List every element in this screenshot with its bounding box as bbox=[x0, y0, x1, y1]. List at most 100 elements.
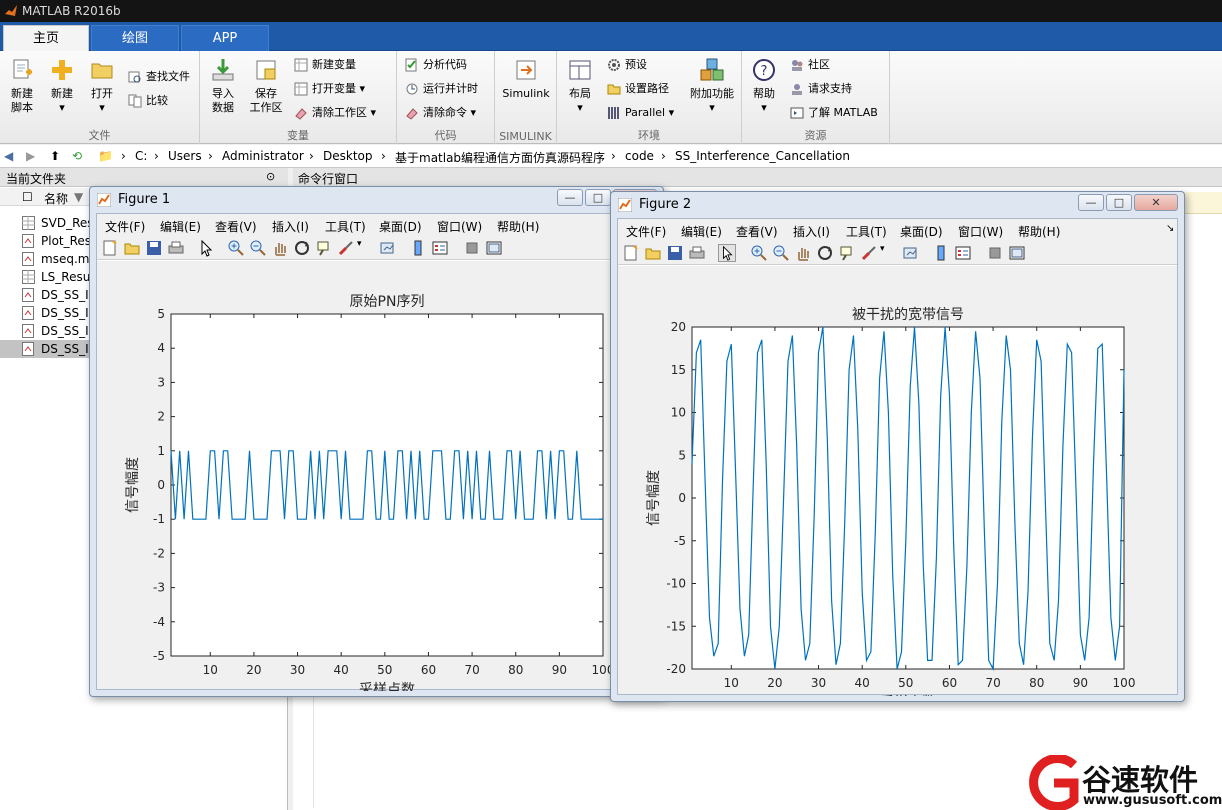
hide-plot-tools-icon[interactable] bbox=[986, 244, 1004, 262]
compare-button[interactable]: 比较 bbox=[128, 91, 168, 111]
menu-help[interactable]: 帮助(H) bbox=[1018, 223, 1060, 240]
figure-2-titlebar[interactable]: Figure 2 — □ ✕ bbox=[611, 192, 1184, 218]
breadcrumb-part[interactable]: SS_Interference_Cancellation bbox=[675, 149, 850, 163]
clear-workspace-button[interactable]: 清除工作区 ▾ bbox=[294, 103, 376, 123]
print-icon[interactable] bbox=[167, 239, 185, 257]
open-variable-button[interactable]: 打开变量 ▾ bbox=[294, 79, 365, 99]
brush-icon[interactable] bbox=[860, 244, 878, 262]
figure-1-titlebar[interactable]: Figure 1 — □ ✕ bbox=[90, 187, 663, 213]
breadcrumb-part[interactable]: 基于matlab编程通信方面仿真源码程序 bbox=[395, 149, 605, 166]
zoom-in-icon[interactable] bbox=[750, 244, 768, 262]
menu-file[interactable]: 文件(F) bbox=[105, 218, 145, 235]
dropdown-arrow-icon[interactable]: ▾ bbox=[880, 244, 898, 262]
open-file-icon[interactable] bbox=[644, 244, 662, 262]
save-icon[interactable] bbox=[666, 244, 684, 262]
new-button[interactable]: 新建 ▾ bbox=[44, 57, 80, 115]
menu-file[interactable]: 文件(F) bbox=[626, 223, 666, 240]
menu-edit[interactable]: 编辑(E) bbox=[160, 218, 201, 235]
clear-commands-button[interactable]: 清除命令 ▾ bbox=[405, 103, 476, 123]
figure-1-chart[interactable]: -5-4-3-2-101234510 20 30 40 50 60 70 80 90 100原始P… bbox=[97, 261, 658, 698]
menu-help[interactable]: 帮助(H) bbox=[497, 218, 539, 235]
forward-arrow-icon[interactable]: ▶ bbox=[26, 149, 35, 163]
breadcrumb-part[interactable]: code bbox=[625, 149, 654, 163]
menu-view[interactable]: 查看(V) bbox=[736, 223, 778, 240]
panel-menu-icon[interactable]: ⊙ bbox=[266, 170, 275, 183]
save-workspace-button[interactable]: 保存 工作区 bbox=[246, 57, 286, 115]
browse-icon[interactable]: ⟲ bbox=[72, 149, 82, 163]
pointer-icon[interactable] bbox=[197, 239, 215, 257]
address-bar[interactable]: ◀ ▶ ⬆ ⟲ 📁 › C: › Users › Administrator ›… bbox=[0, 145, 1222, 168]
maximize-button[interactable]: □ bbox=[585, 189, 611, 206]
rotate-3d-icon[interactable] bbox=[816, 244, 834, 262]
figure-2-plot-area[interactable]: -20 -15 -10 -5 0 5 10 15 20 10 20 30 40 50 60 70 80 90 100… bbox=[618, 266, 1179, 711]
zoom-in-icon[interactable] bbox=[227, 239, 245, 257]
zoom-out-icon[interactable] bbox=[772, 244, 790, 262]
figure-2-chart[interactable]: -20 -15 -10 -5 0 5 10 15 20 10 20 30 40 50 60 70 80 90 100… bbox=[618, 266, 1179, 711]
menu-window[interactable]: 窗口(W) bbox=[437, 218, 482, 235]
community-button[interactable]: 社区 bbox=[790, 55, 830, 75]
layout-button[interactable]: 布局 ▾ bbox=[563, 57, 597, 115]
pointer-icon[interactable] bbox=[718, 244, 736, 262]
preferences-button[interactable]: 预设 bbox=[607, 55, 647, 75]
legend-icon[interactable] bbox=[431, 239, 449, 257]
link-plot-icon[interactable] bbox=[379, 239, 397, 257]
breadcrumb-part[interactable]: Users bbox=[168, 149, 202, 163]
minimize-button[interactable]: — bbox=[557, 189, 583, 206]
new-figure-icon[interactable] bbox=[622, 244, 640, 262]
minimize-button[interactable]: — bbox=[1078, 194, 1104, 211]
hide-plot-tools-icon[interactable] bbox=[463, 239, 481, 257]
breadcrumb-part[interactable]: C: bbox=[135, 149, 147, 163]
show-plot-tools-icon[interactable] bbox=[485, 239, 503, 257]
menu-edit[interactable]: 编辑(E) bbox=[681, 223, 722, 240]
menu-window[interactable]: 窗口(W) bbox=[958, 223, 1003, 240]
menu-tools[interactable]: 工具(T) bbox=[325, 218, 366, 235]
show-plot-tools-icon[interactable] bbox=[1008, 244, 1026, 262]
menu-insert[interactable]: 插入(I) bbox=[272, 218, 309, 235]
run-and-time-button[interactable]: 运行并计时 bbox=[405, 79, 478, 99]
tab-apps[interactable]: APP bbox=[181, 25, 269, 51]
colorbar-icon[interactable] bbox=[932, 244, 950, 262]
tab-plots[interactable]: 绘图 bbox=[91, 25, 179, 51]
rotate-3d-icon[interactable] bbox=[293, 239, 311, 257]
addons-button[interactable]: 附加功能 ▾ bbox=[685, 57, 739, 115]
pan-hand-icon[interactable] bbox=[271, 239, 289, 257]
open-file-icon[interactable] bbox=[123, 239, 141, 257]
data-cursor-icon[interactable] bbox=[315, 239, 333, 257]
dropdown-arrow-icon[interactable]: ▾ bbox=[357, 239, 375, 257]
new-figure-icon[interactable] bbox=[101, 239, 119, 257]
request-support-button[interactable]: 请求支持 bbox=[790, 79, 852, 99]
new-script-button[interactable]: 新建 脚本 bbox=[4, 57, 40, 115]
back-arrow-icon[interactable]: ◀ bbox=[4, 149, 13, 163]
close-button[interactable]: ✕ bbox=[1134, 194, 1178, 211]
figure-1-window[interactable]: Figure 1 — □ ✕ 文件(F) 编辑(E) 查看(V) 插入(I) 工… bbox=[89, 186, 664, 698]
legend-icon[interactable] bbox=[954, 244, 972, 262]
find-files-button[interactable]: 查找文件 bbox=[128, 67, 190, 87]
figure-1-plot-area[interactable]: -5 -4 -3 -2 -1 0 1 2 3 4 5 10 20 30 40 50 60 70 80 90 100 原始P… bbox=[97, 261, 658, 698]
maximize-button[interactable]: □ bbox=[1106, 194, 1132, 211]
pan-hand-icon[interactable] bbox=[794, 244, 812, 262]
set-path-button[interactable]: 设置路径 bbox=[607, 79, 669, 99]
open-button[interactable]: 打开 ▾ bbox=[84, 57, 120, 115]
brush-icon[interactable] bbox=[337, 239, 355, 257]
data-cursor-icon[interactable] bbox=[838, 244, 856, 262]
import-data-button[interactable]: 导入 数据 bbox=[206, 57, 240, 115]
zoom-out-icon[interactable] bbox=[249, 239, 267, 257]
link-plot-icon[interactable] bbox=[902, 244, 920, 262]
colorbar-icon[interactable] bbox=[409, 239, 427, 257]
figure-2-window[interactable]: Figure 2 — □ ✕ 文件(F) 编辑(E) 查看(V) 插入(I) 工… bbox=[610, 191, 1185, 711]
tab-home[interactable]: 主页 bbox=[3, 25, 89, 51]
breadcrumb-part[interactable]: Administrator bbox=[222, 149, 304, 163]
analyze-code-button[interactable]: 分析代码 bbox=[405, 55, 467, 75]
breadcrumb-part[interactable]: Desktop bbox=[323, 149, 373, 163]
menu-desktop[interactable]: 桌面(D) bbox=[379, 218, 422, 235]
menu-view[interactable]: 查看(V) bbox=[215, 218, 257, 235]
print-icon[interactable] bbox=[688, 244, 706, 262]
learn-matlab-button[interactable]: 了解 MATLAB bbox=[790, 103, 878, 123]
column-name[interactable]: 名称 bbox=[44, 190, 68, 207]
simulink-button[interactable]: Simulink bbox=[499, 57, 553, 101]
menu-tools[interactable]: 工具(T) bbox=[846, 223, 887, 240]
parallel-button[interactable]: Parallel ▾ bbox=[607, 103, 674, 123]
up-folder-icon[interactable]: ⬆ bbox=[50, 149, 60, 163]
new-variable-button[interactable]: 新建变量 bbox=[294, 55, 356, 75]
menu-desktop[interactable]: 桌面(D) bbox=[900, 223, 943, 240]
